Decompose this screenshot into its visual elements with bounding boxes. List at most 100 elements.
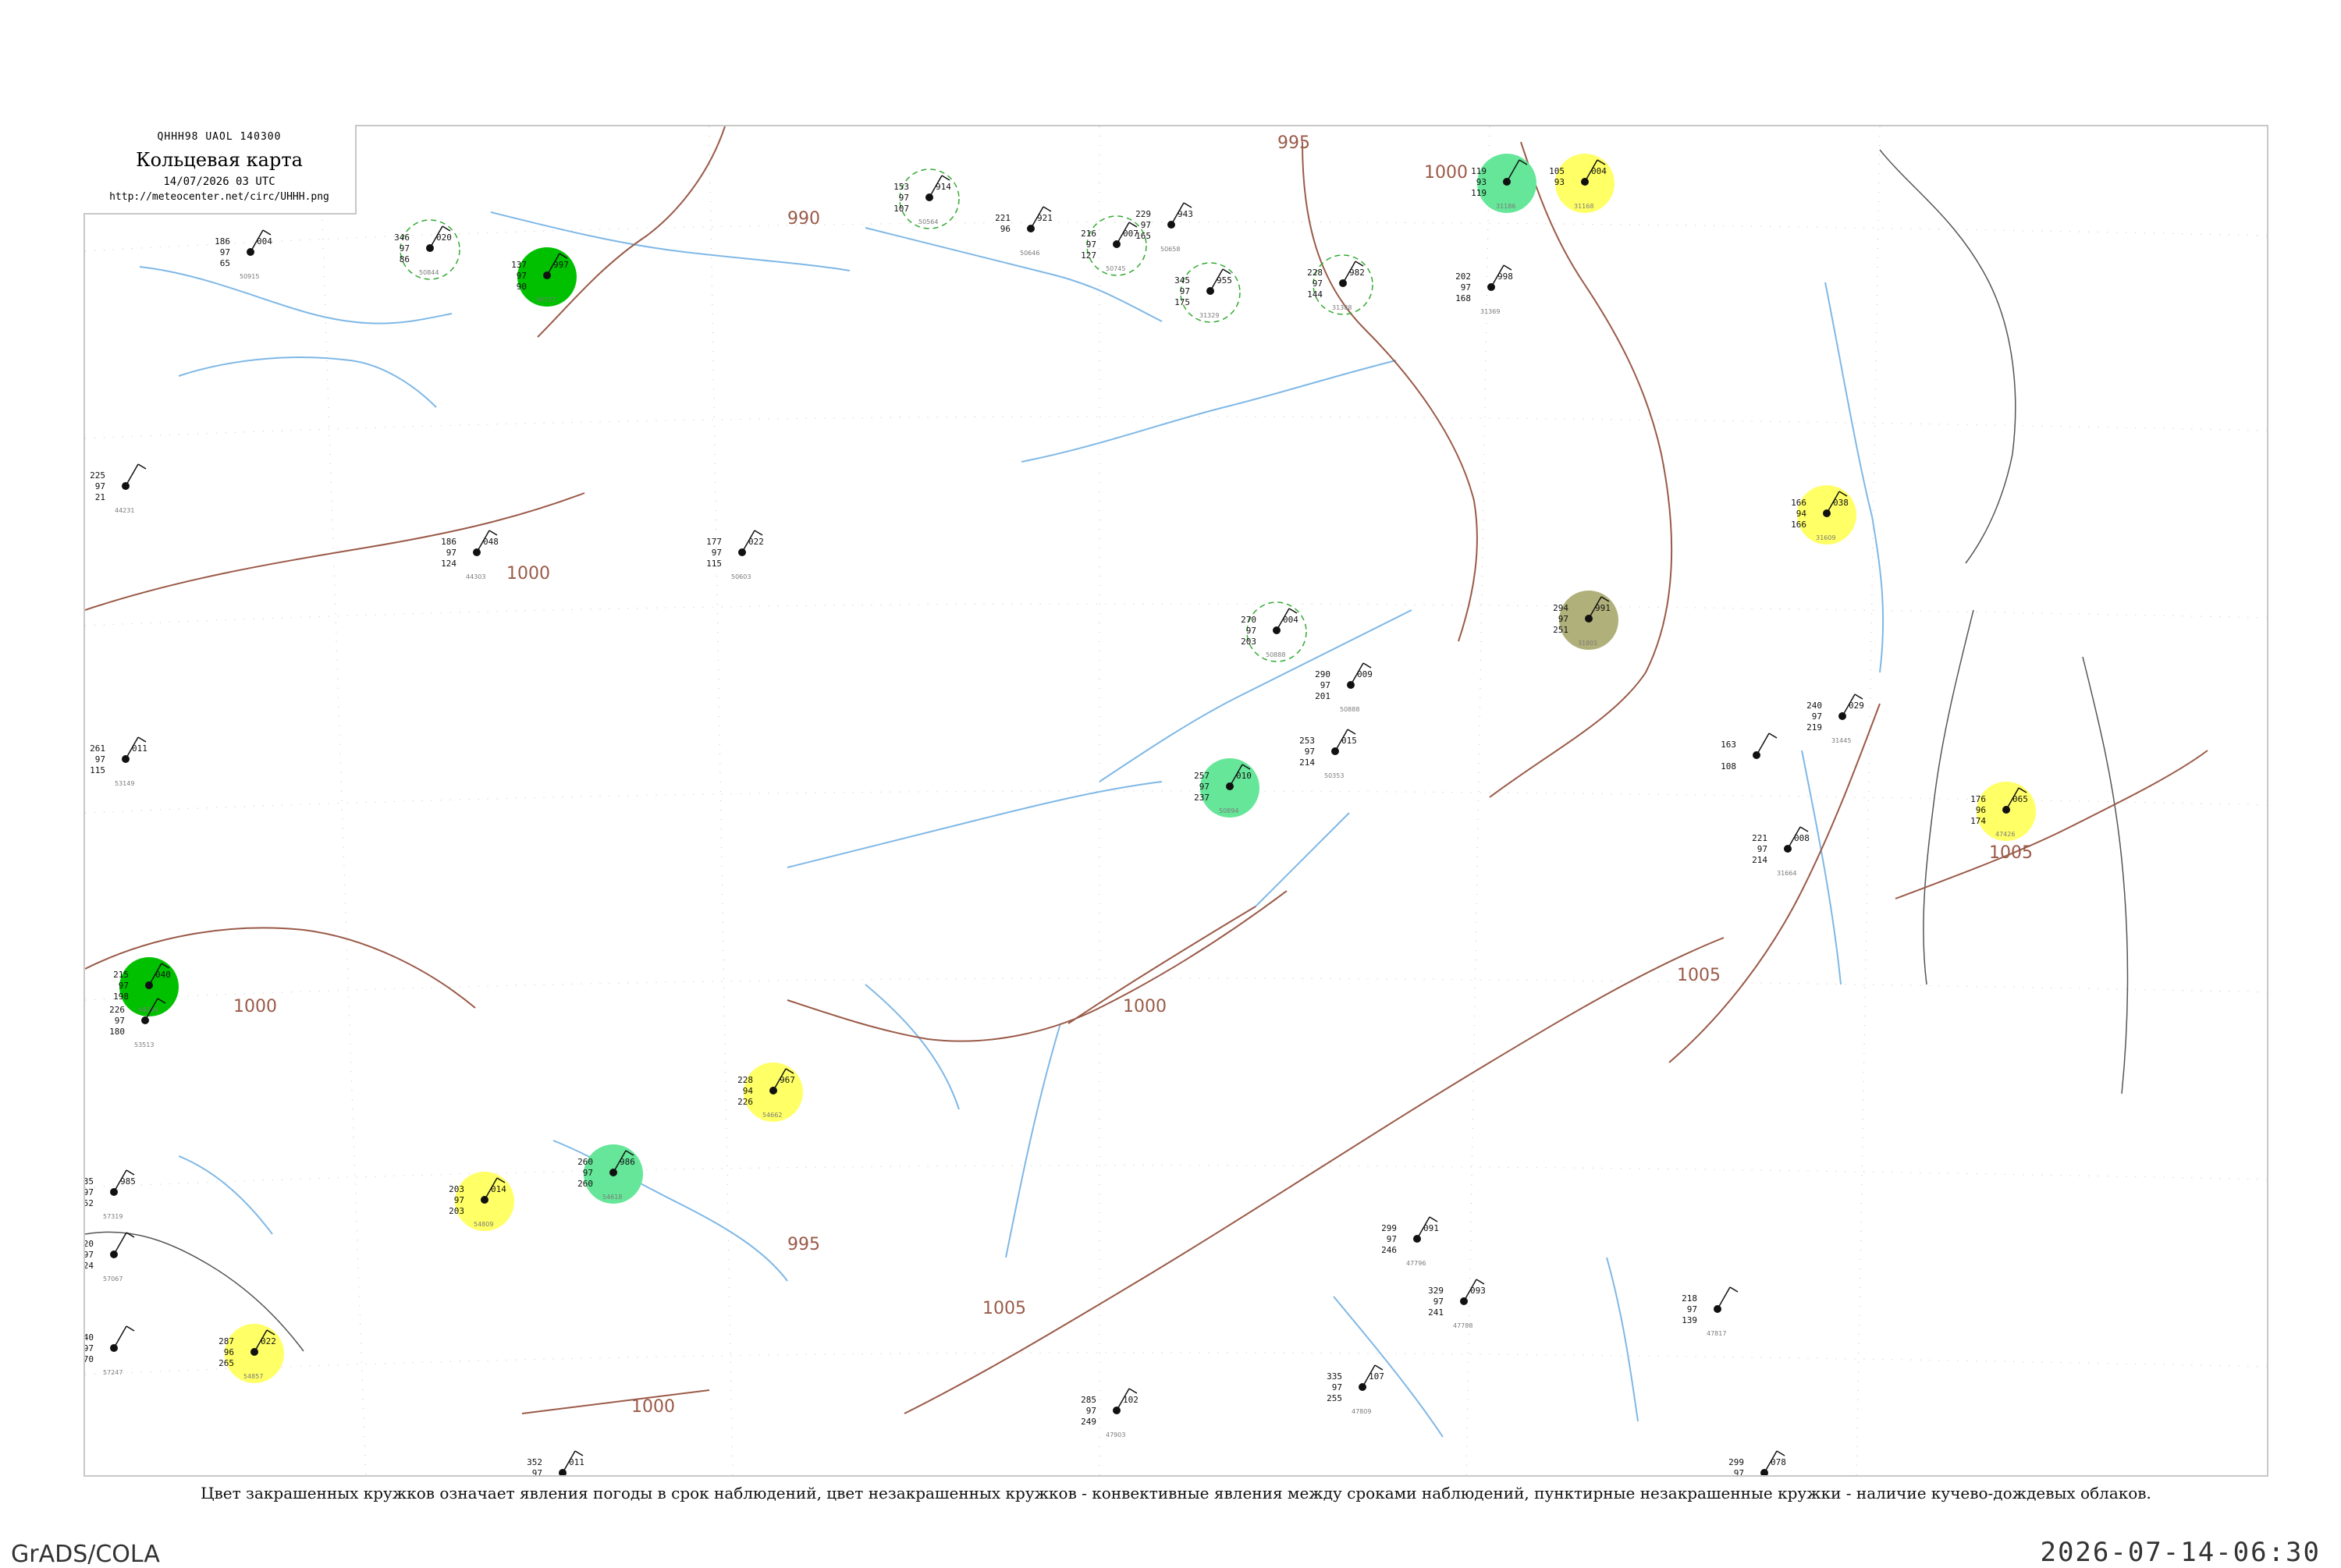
station-plot: 34597175 955 31329 (1174, 262, 1241, 323)
wind-barb-icon (113, 1325, 127, 1349)
station-value-d: 127 (1081, 250, 1096, 261)
station-value-d: 124 (441, 559, 456, 569)
station-value-d: 65 (220, 258, 230, 268)
station-index: 50646 (1020, 250, 1039, 257)
station-plot: 2259721 44231 (90, 463, 147, 514)
station-plot: 26097260 986 54618 (577, 1144, 643, 1204)
station-value-p: 97 (1461, 282, 1471, 293)
station-value-pr: 008 (1794, 833, 1810, 843)
station-index: 50658 (1160, 246, 1180, 253)
station-value-pr: 997 (553, 260, 569, 270)
wind-barb-icon (1756, 733, 1770, 756)
station-plot: 28597249 102 47903 (1081, 1388, 1139, 1439)
station-value-p: 93 (1476, 177, 1487, 187)
station-value-t: 285 (1081, 1395, 1096, 1405)
isobar-label: 1000 (631, 1397, 675, 1417)
station-value-t: 261 (90, 743, 105, 754)
station-index: 44284 (138, 1006, 158, 1013)
wind-barb-icon (1429, 1216, 1438, 1222)
station-value-d: 201 (1315, 691, 1330, 701)
station-value-p: 97 (1757, 844, 1767, 854)
station-value-p: 97 (532, 1468, 542, 1477)
station-value-d: 24 (85, 1261, 94, 1271)
station-plot: 26197115 011 53149 (90, 736, 147, 787)
station-value-d: 203 (1241, 637, 1256, 647)
station-value-d: 255 (1327, 1393, 1342, 1403)
station-value-p: 97 (454, 1195, 464, 1205)
wind-barb-icon (125, 463, 139, 487)
station-index: 57067 (103, 1275, 123, 1282)
station-value-p: 94 (743, 1086, 754, 1096)
station-index: 50888 (1340, 706, 1359, 713)
wind-barb-icon (262, 229, 272, 236)
station-plot: 3469786 020 50844 (394, 219, 460, 280)
station-value-p: 97 (899, 193, 909, 203)
station-value-t: 257 (1194, 771, 1210, 781)
station-value-p: 97 (1313, 278, 1323, 289)
station-value-pr: 921 (1037, 213, 1053, 223)
station-plot: 22897144 982 31388 (1307, 254, 1373, 315)
station-value-p: 97 (446, 548, 456, 558)
station-value-p: 97 (119, 981, 129, 991)
station-value-pr: 985 (120, 1176, 136, 1187)
station-value-p: 97 (85, 1250, 94, 1260)
station-value-pr: 065 (2012, 794, 2028, 804)
wind-barb-icon (574, 1450, 584, 1456)
wind-barb-icon (1854, 694, 1863, 700)
bulletin-code: QHHH98 UAOL 140300 (157, 131, 282, 143)
station-value-t: 320 (85, 1239, 94, 1249)
station-value-d: 241 (1428, 1307, 1444, 1318)
station-index: 54857 (243, 1373, 263, 1380)
station-value-d: 139 (1682, 1315, 1697, 1325)
station-plot: 1869765 004 50915 (215, 229, 272, 280)
station-value-t: 228 (1307, 268, 1323, 278)
station-index: 50353 (1324, 772, 1344, 779)
station-value-d: 270 (85, 1354, 94, 1364)
station-plot: 21897139 47817 (1682, 1286, 1739, 1337)
footer-timestamp: 2026-07-14-06:30 (2040, 1537, 2321, 1568)
station-plot: 29997246 091 47796 (1381, 1216, 1439, 1267)
station-value-pr: 078 (1771, 1457, 1786, 1467)
station-value-t: 203 (449, 1184, 464, 1194)
station-index: 31388 (1332, 304, 1352, 311)
station-value-d: 107 (893, 204, 909, 214)
wind-barb-icon (137, 736, 147, 743)
station-value-t: 225 (90, 470, 105, 481)
station-value-d: 144 (1307, 289, 1323, 300)
station-index: 57319 (103, 1213, 123, 1220)
station-value-p: 94 (1796, 509, 1807, 519)
station-value-d: 214 (1752, 855, 1767, 865)
station-value-d: 21 (95, 492, 105, 502)
wind-barb-icon (1476, 1279, 1485, 1285)
station-value-d: 219 (1806, 722, 1822, 733)
isobar-label: 995 (1277, 133, 1310, 153)
map-datetime: 14/07/2026 03 UTC (163, 176, 275, 188)
station-value-p: 97 (1433, 1297, 1444, 1307)
station-value-pr: 010 (1236, 771, 1252, 781)
station-index: 50564 (918, 218, 938, 225)
station-value-t: 202 (1455, 271, 1471, 282)
station-value-t: 166 (1791, 498, 1806, 508)
station-value-t: 329 (1428, 1286, 1444, 1296)
isobar-label: 995 (787, 1235, 820, 1254)
station-value-p: 97 (712, 548, 722, 558)
station-index: 47809 (1352, 1408, 1371, 1415)
station-plot: 29097201 009 50888 (1315, 662, 1373, 713)
station-value-p: 97 (95, 754, 105, 764)
station-value-pr: 009 (1357, 669, 1373, 679)
station-value-t: 215 (113, 970, 129, 980)
station-plot: 22997165 943 50658 (1135, 202, 1193, 253)
station-value-t: 260 (577, 1157, 593, 1167)
station-value-p: 97 (1086, 239, 1096, 250)
map-area: 995 990 1000 1000 1000 995 1000 1005 100… (83, 125, 2268, 1477)
wind-barb-icon (126, 1169, 135, 1176)
station-value-pr: 004 (1283, 615, 1298, 625)
station-plots: 1869765004509153469786020508441379790997… (85, 154, 2036, 1477)
station-value-pr: 986 (620, 1157, 635, 1167)
station-value-t: 216 (1081, 229, 1096, 239)
station-value-t: 228 (737, 1075, 753, 1085)
station-plot: 20297168 998 31369 (1455, 264, 1513, 315)
station-index: 47426 (1995, 831, 2015, 838)
station-plot: 17696174 065 47426 (1970, 782, 2036, 841)
station-value-pr: 020 (436, 232, 452, 243)
